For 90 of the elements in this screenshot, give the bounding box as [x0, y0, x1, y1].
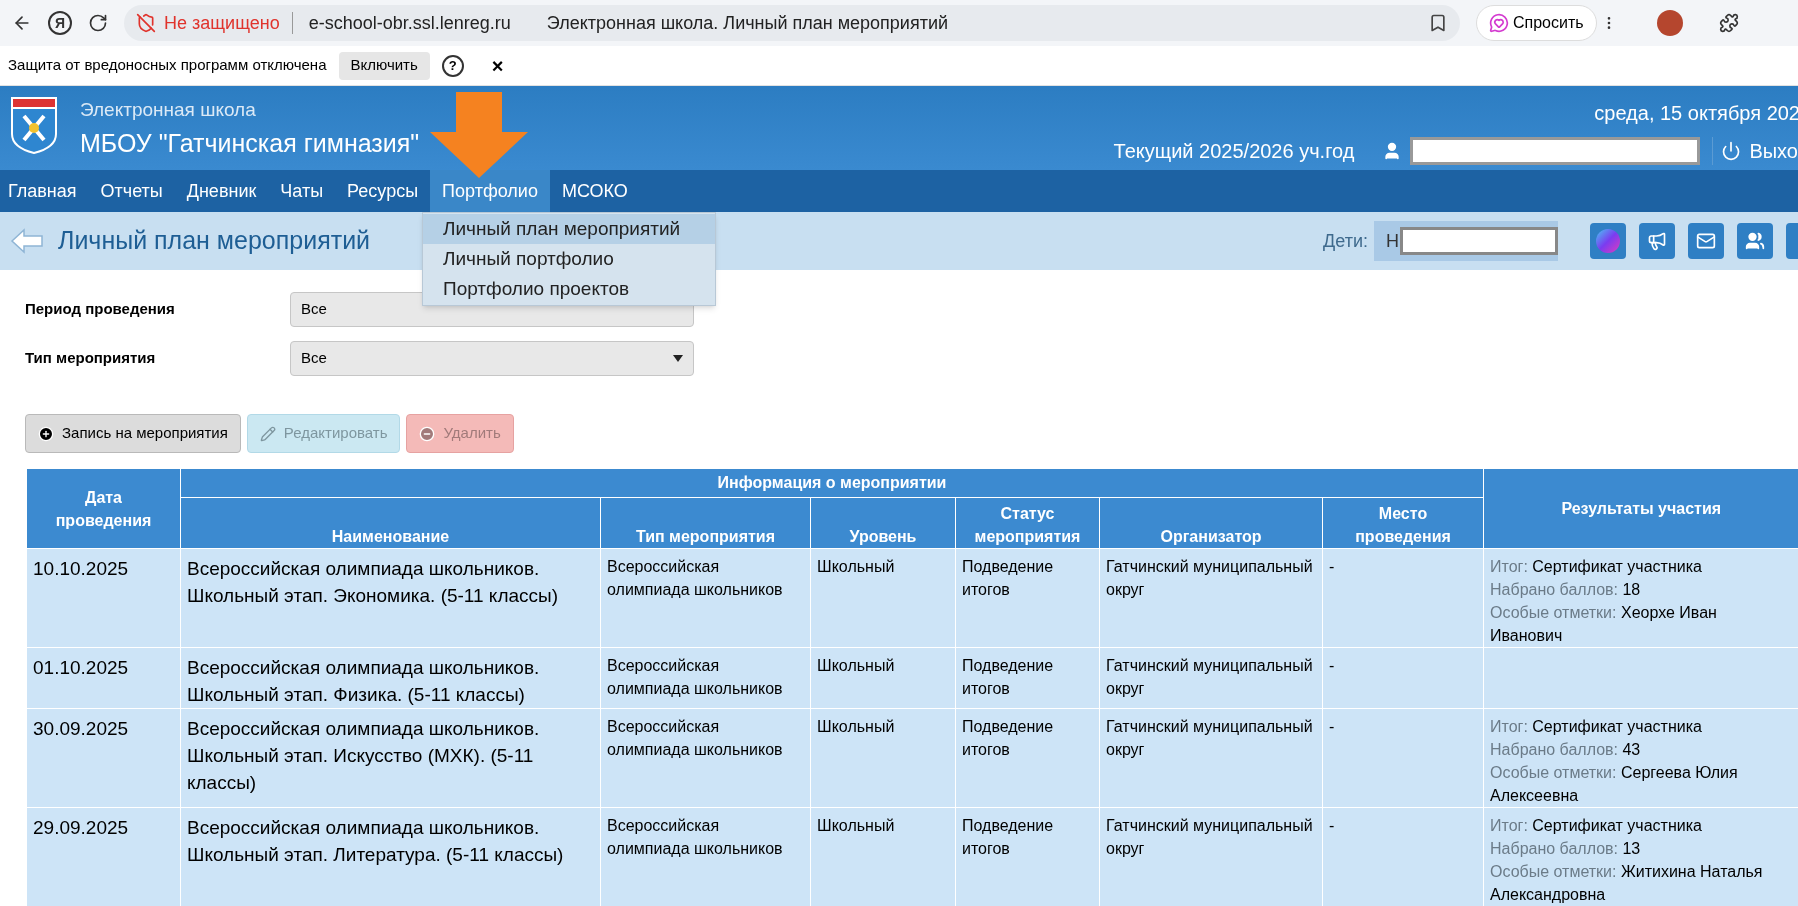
logout-link[interactable]: Выхо [1749, 136, 1798, 166]
type-cell: Всероссийская олимпиада школьников [600, 548, 811, 648]
level-cell: Школьный [810, 708, 956, 808]
date-cell: 01.10.2025 [26, 647, 181, 709]
power-icon[interactable] [1721, 141, 1742, 161]
menu-item[interactable]: Личный план мероприятий [423, 214, 715, 244]
menu-item[interactable]: Личный портфолио [423, 244, 715, 274]
nav-tab[interactable]: Ресурсы [335, 170, 431, 212]
place-cell: - [1322, 647, 1484, 709]
pencil-icon [259, 425, 276, 442]
warning-message: Защита от вредоносных программ отключена [8, 55, 327, 76]
status-cell: Подведение итогов [955, 708, 1100, 808]
nav-tab[interactable]: Главная [0, 170, 89, 212]
nav-tab[interactable]: Портфолио [430, 170, 550, 212]
column-header: Наименование [180, 497, 601, 549]
page-title: Электронная школа. Личный план мероприятий [546, 11, 948, 35]
nav-tab[interactable]: Дневник [174, 170, 269, 212]
dropdown-arrow-icon [673, 355, 683, 362]
site-subtitle: Электронная школа [80, 98, 257, 122]
school-year: Текущий 2025/2026 уч.год [1113, 139, 1355, 164]
icon-button[interactable] [1737, 223, 1773, 259]
icon-button[interactable] [1639, 223, 1675, 259]
date-cell: 10.10.2025 [26, 548, 181, 648]
date-cell: 30.09.2025 [26, 708, 181, 808]
result-line: Особые отметки: Сергеева Юлия Алексеевна [1490, 763, 1739, 806]
organizer-cell: Гатчинский муниципальный округ [1099, 647, 1323, 709]
extension-icon[interactable] [1718, 13, 1739, 33]
users-icon [1745, 231, 1765, 251]
filter-select[interactable]: Все [290, 341, 694, 376]
result-line: Итог: Сертификат участника [1490, 717, 1703, 737]
nav-tab[interactable]: Отчеты [88, 170, 175, 212]
organizer-cell: Гатчинский муниципальный округ [1099, 708, 1323, 808]
mail-icon [1696, 231, 1716, 251]
date-cell: 29.09.2025 [26, 807, 181, 906]
result-line: Итог: Сертификат участника [1490, 816, 1703, 836]
result-line: Набрано баллов: 43 [1490, 740, 1642, 760]
place-cell: - [1322, 548, 1484, 648]
name-cell: Всероссийская олимпиада школьников. Школьный этап. Искусство (МХК). (5-11 классы) [180, 708, 601, 808]
name-cell: Всероссийская олимпиада школьников. Школьный этап. Физика. (5-11 классы) [180, 647, 601, 709]
avatar-icon[interactable] [1656, 10, 1683, 36]
enable-button[interactable]: Включить [338, 51, 430, 80]
organizer-cell: Гатчинский муниципальный округ [1099, 548, 1323, 648]
security-label: Не защищено [164, 11, 293, 35]
result-line: Особые отметки: Хеорхе Иван Иванович [1490, 603, 1718, 646]
filter-label: Тип мероприятия [25, 348, 157, 369]
type-cell: Всероссийская олимпиада школьников [600, 708, 811, 808]
page-heading: Личный план мероприятий [58, 225, 371, 257]
ask-button[interactable]: Спросить [1476, 5, 1597, 41]
group-header: Информация о мероприятии [180, 468, 1484, 498]
column-header: Статус мероприятия [955, 497, 1100, 549]
school-name: МБОУ "Гатчинская гимназия" [80, 127, 420, 159]
shield-off-icon [136, 13, 156, 33]
status-cell: Подведение итогов [955, 647, 1100, 709]
icon-button[interactable] [1688, 223, 1724, 259]
level-cell: Школьный [810, 548, 956, 648]
children-label: Дети: [1323, 229, 1368, 253]
filter-label: Период проведения [25, 299, 176, 320]
close-button[interactable]: × [491, 55, 504, 76]
column-header: Дата проведения [26, 468, 181, 549]
child-select[interactable]: Н [1374, 221, 1558, 261]
plus-icon [38, 425, 54, 442]
column-header: Тип мероприятия [600, 497, 811, 549]
place-cell: - [1322, 708, 1484, 808]
result-line: Особые отметки: Житихина Наталья Александровна [1490, 862, 1764, 905]
browser-logo[interactable]: Я [48, 11, 72, 35]
minus-icon [419, 425, 436, 442]
address-bar[interactable]: Не защищено e-school-obr.ssl.lenreg.ru Электронная школа. Личный план мероприятий [124, 5, 1460, 41]
nav-tab[interactable]: МСОКО [549, 170, 640, 212]
coat-of-arms-icon [10, 96, 58, 154]
level-cell: Школьный [810, 647, 956, 709]
column-header: Место проведения [1322, 497, 1484, 549]
column-header: Уровень [810, 497, 956, 549]
status-cell: Подведение итогов [955, 548, 1100, 648]
result-line: Набрано баллов: 18 [1490, 580, 1642, 600]
column-header: Организатор [1099, 497, 1323, 549]
result-line: Набрано баллов: 13 [1490, 839, 1642, 859]
gradient-circle-icon [1595, 228, 1621, 254]
url-text: e-school-obr.ssl.lenreg.ru [308, 11, 511, 35]
chat-heart-icon [1489, 13, 1509, 33]
help-button[interactable]: ? [441, 54, 464, 77]
result-line: Итог: Сертификат участника [1490, 557, 1703, 577]
reload-icon[interactable] [88, 13, 108, 33]
action-button[interactable]: Запись на мероприятия [25, 414, 241, 453]
bookmark-icon[interactable] [1428, 13, 1448, 33]
type-cell: Всероссийская олимпиада школьников [600, 647, 811, 709]
name-cell: Всероссийская олимпиада школьников. Школьный этап. Экономика. (5-11 классы) [180, 548, 601, 648]
column-header: Результаты участия [1483, 468, 1798, 549]
child-name: Н [1386, 229, 1399, 253]
megaphone-icon [1647, 231, 1667, 251]
nav-tab[interactable]: Чаты [268, 170, 336, 212]
